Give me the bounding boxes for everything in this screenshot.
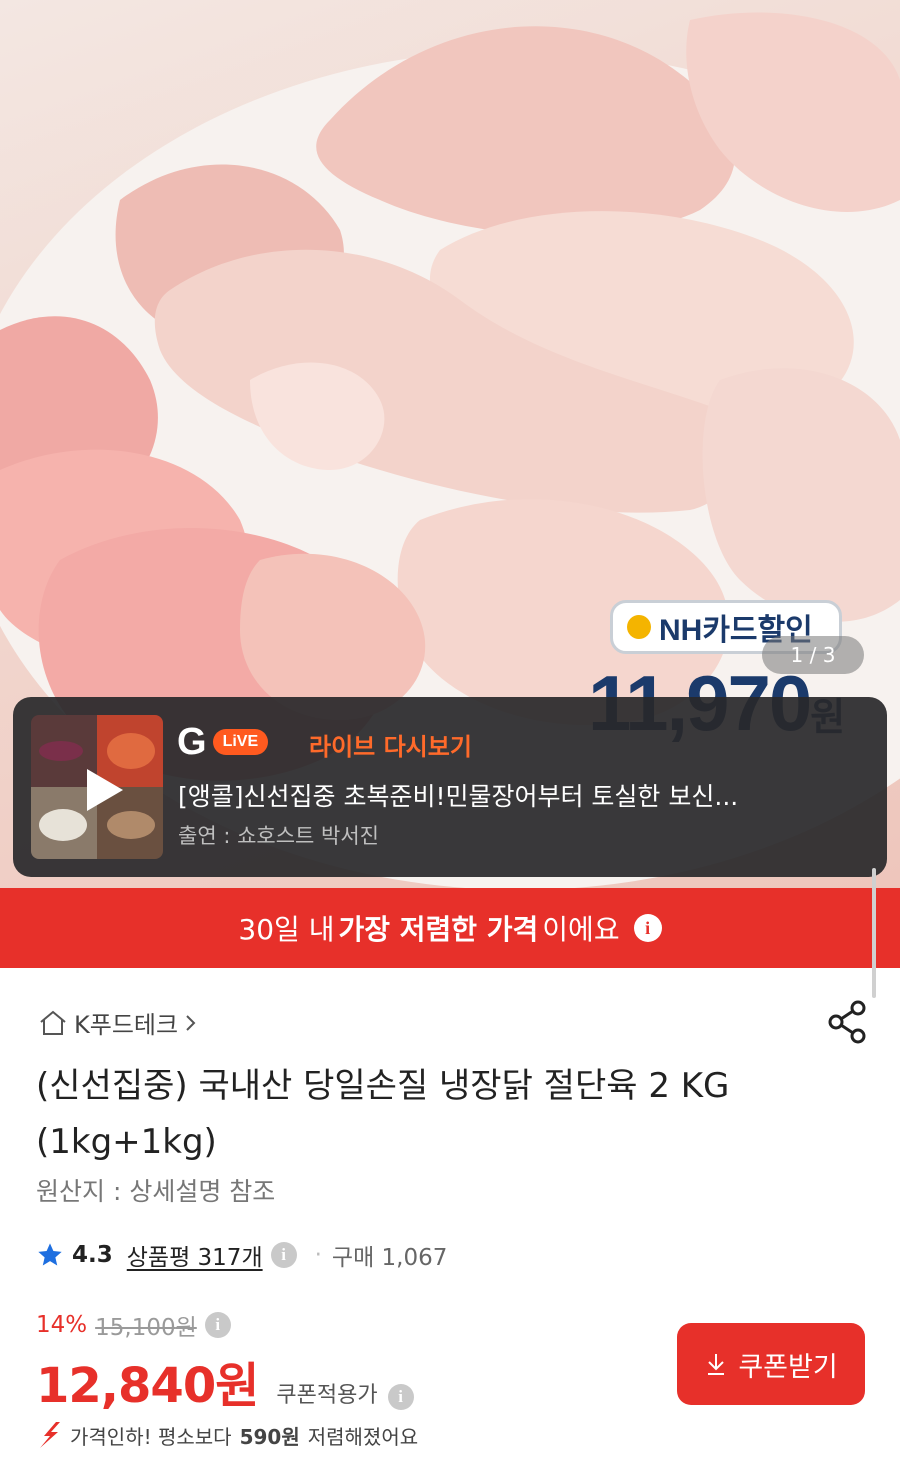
info-icon[interactable]: i xyxy=(387,1384,414,1410)
sale-price: 12,840원 xyxy=(36,1358,259,1414)
live-replay-card[interactable]: G LiVE 라이브 다시보기 [앵콜]신선집중 초복준비!민물장어부터 토실한… xyxy=(13,697,887,877)
image-page-indicator: 1 / 3 xyxy=(762,636,864,674)
info-icon[interactable]: i xyxy=(270,1242,297,1268)
coupon-price-label: 쿠폰적용가 xyxy=(276,1383,378,1408)
home-icon xyxy=(40,1010,66,1035)
origin-info: 원산지 : 상세설명 참조 xyxy=(36,1177,276,1206)
discount-row: 14% 15,100원 i xyxy=(36,1308,231,1342)
store-link[interactable]: K푸드테크 xyxy=(38,1005,198,1040)
price-down-arrow-icon xyxy=(40,1422,60,1448)
rating-row: 4.3 상품평 317개 i · 구매 1,067 xyxy=(36,1238,447,1272)
live-host: 출연 : 쇼호스트 박서진 xyxy=(178,824,379,848)
info-icon[interactable]: i xyxy=(204,1312,231,1338)
live-replay-label[interactable]: 라이브 다시보기 xyxy=(309,727,472,762)
discount-percent: 14% xyxy=(36,1312,88,1338)
scrollbar[interactable] xyxy=(872,868,876,998)
play-icon[interactable] xyxy=(83,767,125,813)
download-icon xyxy=(708,1354,725,1375)
chevron-right-icon xyxy=(186,1014,196,1031)
star-icon xyxy=(38,1243,62,1266)
purchase-count: 구매 1,067 xyxy=(331,1245,448,1271)
g-live-logo: G LiVE xyxy=(177,723,269,761)
live-thumbnail[interactable] xyxy=(31,715,163,859)
info-icon[interactable]: i xyxy=(633,914,662,942)
live-broadcast-title[interactable]: [앵콜]신선집중 초복준비!민물장어부터 토실한 보신... xyxy=(178,777,858,813)
rating-value: 4.3 xyxy=(72,1242,113,1268)
product-title: (신선집중) 국내산 당일손질 냉장닭 절단육 2 KG (1kg+1kg) xyxy=(36,1066,730,1162)
share-icon[interactable] xyxy=(826,1000,868,1044)
nh-logo-icon xyxy=(627,615,651,639)
price-row: 12,840원 쿠폰적용가 i xyxy=(36,1346,414,1416)
get-coupon-button[interactable]: 쿠폰받기 xyxy=(677,1323,865,1405)
dot-separator: · xyxy=(314,1242,322,1268)
price-drop-notice: 가격인하! 평소보다 590원 저렴해졌어요 xyxy=(36,1420,418,1450)
original-price: 15,100원 xyxy=(95,1315,197,1341)
lowest-price-banner: 30일 내 가장 저렴한 가격 이에요 i xyxy=(0,888,900,968)
review-count-link[interactable]: 상품평 317개 xyxy=(127,1238,263,1272)
